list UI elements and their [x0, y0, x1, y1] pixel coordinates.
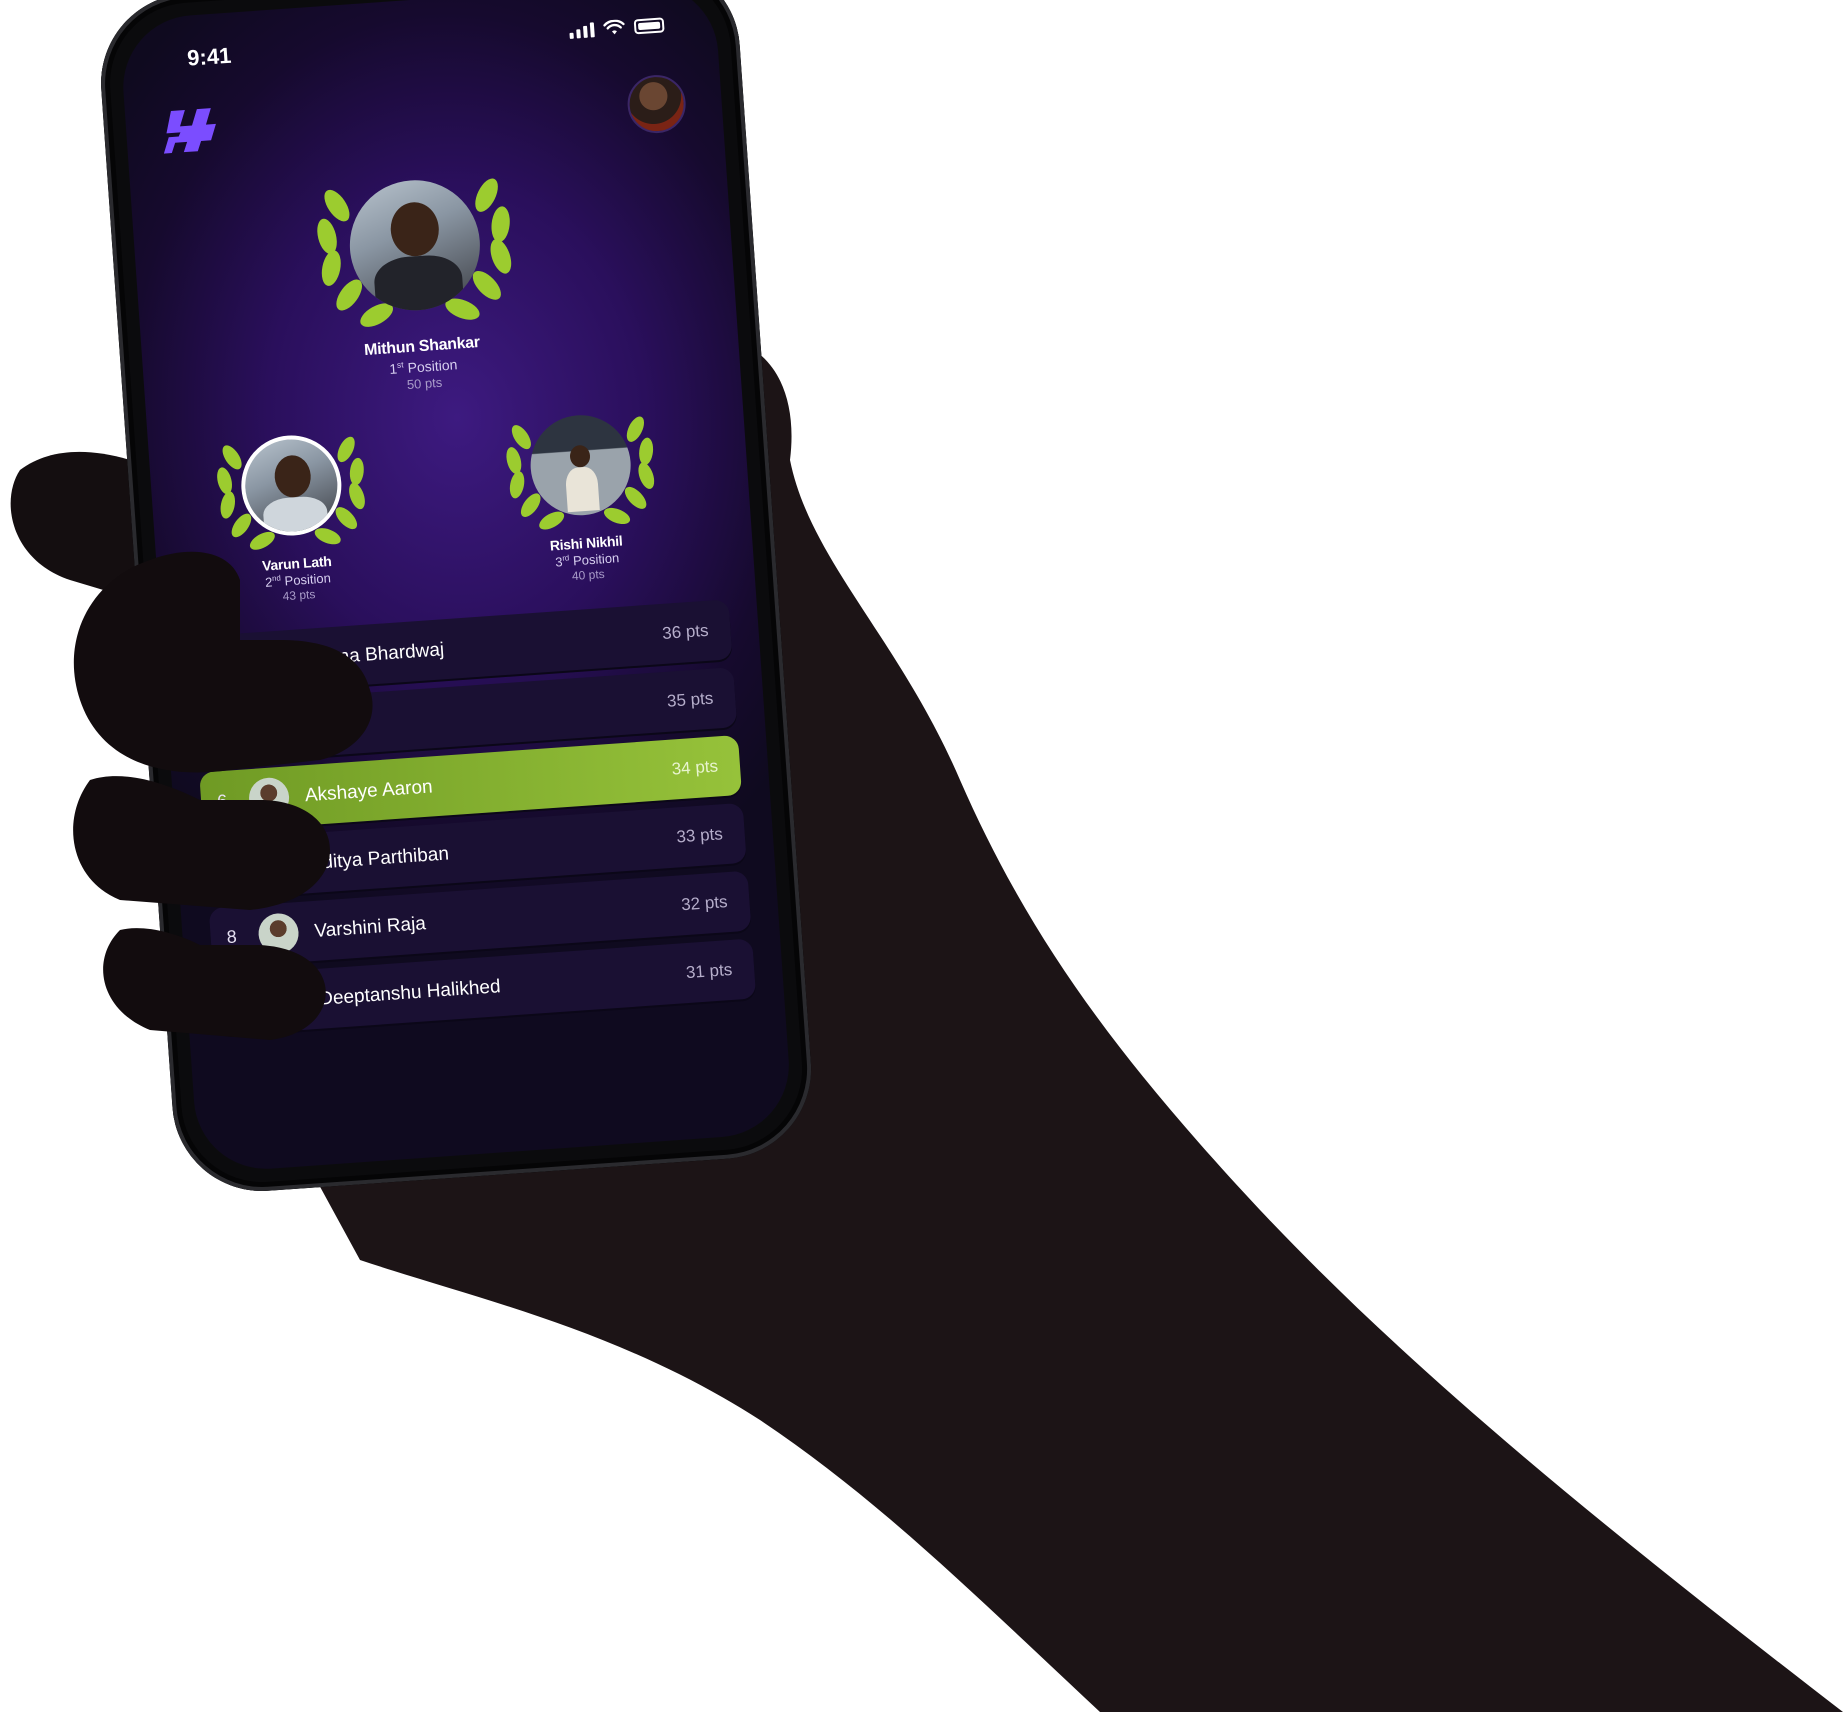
row-rank: 4	[207, 655, 219, 676]
wifi-icon	[603, 19, 625, 35]
status-bar: 9:41	[118, 0, 718, 100]
status-time: 9:41	[186, 42, 233, 71]
row-avatar	[247, 776, 291, 820]
row-points: 32 pts	[680, 892, 729, 915]
profile-avatar-icon[interactable]	[625, 73, 688, 136]
row-avatar	[257, 912, 300, 955]
brand-logo-icon[interactable]	[161, 104, 222, 156]
podium-first[interactable]: Mithun Shankar 1st Position 50 pts	[279, 151, 555, 409]
row-name: Aditya Parthiban	[309, 843, 450, 875]
row-name: Eeshna Bhardwaj	[294, 639, 445, 671]
row-rank: 9	[230, 994, 243, 1015]
row-points: 36 pts	[661, 620, 710, 643]
row-points: 34 pts	[671, 756, 719, 779]
battery-icon	[633, 16, 665, 34]
row-rank: 6	[216, 790, 228, 812]
row-rank: 5	[211, 722, 224, 744]
app-screen: 9:41 Mithun Shankar 1st Position 50 pts …	[118, 0, 794, 1174]
row-name: Ananya	[299, 712, 366, 739]
row-avatar	[252, 844, 296, 887]
row-rank: 7	[221, 858, 233, 880]
podium-second[interactable]: Varun Lath 2nd Position 43 pts	[187, 413, 399, 607]
row-avatar	[238, 640, 281, 684]
row-points: 33 pts	[675, 824, 724, 847]
podium-third[interactable]: Rishi Nikhil 3rd Position 40 pts	[476, 392, 688, 586]
row-name: Akshaye Aaron	[304, 776, 434, 807]
row-points: 31 pts	[685, 959, 733, 983]
cellular-signal-icon	[569, 21, 595, 39]
status-icons	[569, 16, 665, 39]
row-name: Varshini Raja	[313, 913, 427, 942]
row-points: 35 pts	[666, 688, 714, 711]
row-name: Deeptanshu Halikhed	[318, 976, 502, 1010]
phone-device: 9:41 Mithun Shankar 1st Position 50 pts …	[95, 0, 818, 1198]
row-avatar	[261, 979, 305, 1023]
row-rank: 8	[225, 926, 238, 948]
row-avatar	[242, 708, 286, 752]
